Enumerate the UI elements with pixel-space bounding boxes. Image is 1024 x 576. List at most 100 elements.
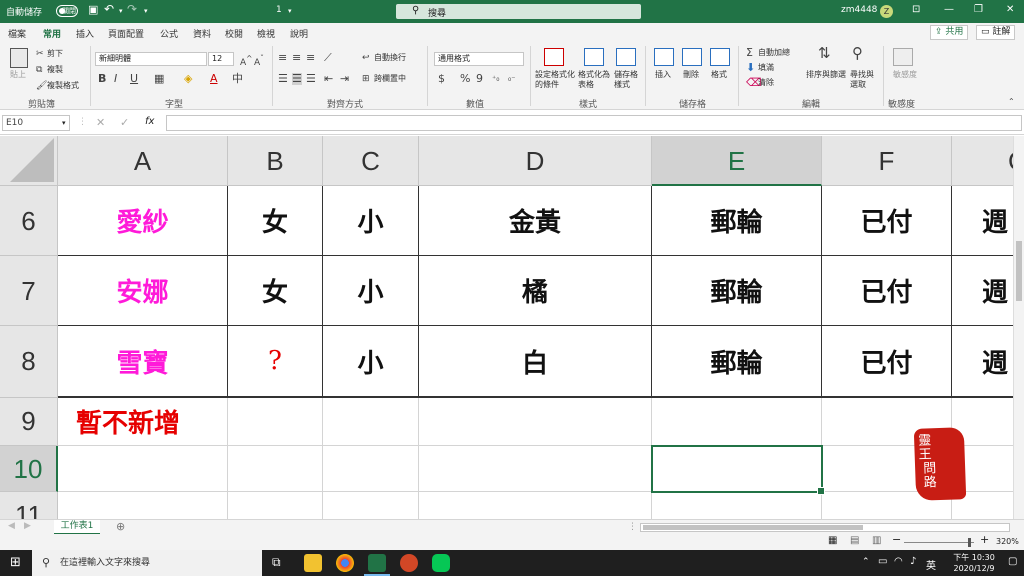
shrink-font-icon[interactable]: Aˇ — [254, 53, 264, 69]
copy-icon[interactable]: ⧉ — [36, 64, 42, 76]
cell-styles-button[interactable]: 儲存格樣式 — [614, 70, 640, 90]
cut-button[interactable]: 剪下 — [47, 49, 63, 59]
decrease-decimal-icon[interactable]: ₀⁻ — [508, 73, 515, 85]
undo-dropdown-icon[interactable]: ▾ — [119, 7, 123, 15]
phonetic-icon[interactable]: 中 — [232, 73, 243, 85]
zoom-in-icon[interactable]: + — [980, 533, 989, 546]
bold-button[interactable]: B — [98, 73, 106, 85]
horizontal-scroll-thumb[interactable] — [643, 525, 863, 530]
format-cells-icon[interactable] — [710, 48, 730, 66]
conditional-format-icon[interactable] — [544, 48, 564, 66]
format-cells-button[interactable]: 格式 — [711, 70, 727, 80]
fill-color-icon[interactable]: ◈ — [184, 73, 192, 85]
cell-d11[interactable] — [419, 492, 652, 519]
paste-icon[interactable] — [10, 48, 28, 68]
tab-splitter-icon[interactable]: ⋮ — [628, 522, 637, 532]
cell-e8[interactable]: 郵輪 — [652, 326, 822, 398]
cell-b6[interactable]: 女 — [228, 186, 323, 256]
conditional-format-button[interactable]: 設定格式化的條件 — [535, 70, 575, 90]
cell-e11[interactable] — [652, 492, 822, 519]
percent-button[interactable]: % — [460, 73, 470, 85]
number-format-select[interactable]: 通用格式 — [434, 52, 524, 66]
powerpoint-icon[interactable] — [400, 554, 418, 572]
windows-start-icon[interactable]: ⊞ — [10, 555, 21, 570]
chrome-icon[interactable] — [336, 554, 354, 572]
align-bottom-icon[interactable]: ≡ — [306, 52, 315, 64]
excel-icon[interactable] — [364, 554, 390, 576]
align-middle-icon[interactable]: ≡ — [292, 52, 301, 64]
cell-a6[interactable]: 愛紗 — [58, 186, 228, 256]
vertical-scroll-thumb[interactable] — [1016, 241, 1022, 301]
cell-e9[interactable] — [652, 398, 822, 446]
row-header-7[interactable]: 7 — [0, 256, 58, 326]
row-header-11[interactable]: 11 — [0, 492, 58, 519]
undo-icon[interactable]: ↶ — [104, 2, 114, 16]
cell-e6[interactable]: 郵輪 — [652, 186, 822, 256]
tab-formulas[interactable]: 公式 — [160, 27, 178, 40]
cell-c10[interactable] — [323, 446, 419, 492]
delete-cells-icon[interactable] — [682, 48, 702, 66]
vertical-scrollbar[interactable] — [1013, 136, 1024, 519]
font-size-select[interactable]: 12 — [208, 52, 234, 66]
customize-qat-icon[interactable]: ▾ — [144, 7, 148, 15]
column-header-f[interactable]: F — [822, 136, 952, 186]
row-header-9[interactable]: 9 — [0, 398, 58, 446]
cell-c11[interactable] — [323, 492, 419, 519]
comments-button[interactable]: ▭ 註解 — [976, 25, 1016, 40]
tab-data[interactable]: 資料 — [193, 27, 211, 40]
column-header-b[interactable]: B — [228, 136, 323, 186]
avatar[interactable]: Z — [880, 5, 893, 18]
prev-sheet-icon[interactable]: ◀ — [8, 521, 15, 531]
cell-b10[interactable] — [228, 446, 323, 492]
zoom-out-icon[interactable]: − — [892, 533, 901, 546]
orientation-icon[interactable]: ⟋ — [324, 52, 332, 64]
ribbon-display-icon[interactable]: ⊡ — [912, 4, 920, 15]
add-sheet-icon[interactable]: ⊕ — [116, 520, 125, 533]
format-painter-icon[interactable]: 🖌 — [36, 80, 47, 92]
sensitivity-button[interactable]: 敏感度 — [893, 70, 917, 80]
underline-button[interactable]: U — [130, 73, 138, 85]
wifi-icon[interactable]: ◠ — [894, 556, 903, 567]
save-icon[interactable]: ▣ — [88, 3, 98, 16]
sort-filter-icon[interactable]: ⇅ — [818, 46, 831, 61]
comma-button[interactable]: 9 — [476, 73, 483, 85]
tab-help[interactable]: 說明 — [290, 27, 308, 40]
cell-d8[interactable]: 白 — [419, 326, 652, 398]
sheet-tab-1[interactable]: 工作表1 — [54, 520, 100, 535]
cell-b8[interactable]: ? — [228, 326, 323, 398]
task-view-icon[interactable]: ⧉ — [272, 555, 281, 570]
fill-button[interactable]: 填滿 — [758, 63, 774, 73]
column-header-e[interactable]: E — [652, 136, 822, 186]
cell-b7[interactable]: 女 — [228, 256, 323, 326]
find-select-icon[interactable]: ⚲ — [852, 46, 863, 61]
align-center-icon[interactable]: ☰ — [292, 73, 302, 85]
row-header-10[interactable]: 10 — [0, 446, 58, 492]
volume-icon[interactable]: ♪ — [910, 556, 916, 567]
format-painter-button[interactable]: 複製格式 — [47, 81, 79, 91]
tab-view[interactable]: 檢視 — [257, 27, 275, 40]
active-cell-selection[interactable] — [651, 445, 825, 495]
paste-label[interactable]: 貼上 — [10, 70, 26, 80]
cell-d7[interactable]: 橘 — [419, 256, 652, 326]
insert-cells-icon[interactable] — [654, 48, 674, 66]
format-as-table-button[interactable]: 格式化為表格 — [578, 70, 612, 90]
sort-filter-button[interactable]: 排序與篩選 — [806, 70, 846, 80]
currency-button[interactable]: $ — [438, 73, 445, 85]
font-name-select[interactable]: 新細明體 — [95, 52, 207, 66]
increase-decimal-icon[interactable]: ⁺₀ — [492, 73, 499, 85]
zoom-level[interactable]: 320% — [996, 537, 1019, 546]
cell-c9[interactable] — [323, 398, 419, 446]
network-icon[interactable]: ▭ — [878, 556, 887, 567]
align-top-icon[interactable]: ≡ — [278, 52, 287, 64]
tab-home[interactable]: 常用 — [43, 27, 62, 44]
cell-d6[interactable]: 金黃 — [419, 186, 652, 256]
copy-button[interactable]: 複製 — [47, 65, 63, 75]
column-header-a[interactable]: A — [58, 136, 228, 186]
name-box[interactable]: E10 — [2, 115, 70, 131]
cell-c7[interactable]: 小 — [323, 256, 419, 326]
cell-a7[interactable]: 安娜 — [58, 256, 228, 326]
ime-indicator[interactable]: 英 — [926, 557, 936, 572]
tab-review[interactable]: 校閱 — [225, 27, 243, 40]
font-color-icon[interactable]: A — [210, 73, 218, 85]
increase-indent-icon[interactable]: ⇥ — [340, 73, 349, 85]
